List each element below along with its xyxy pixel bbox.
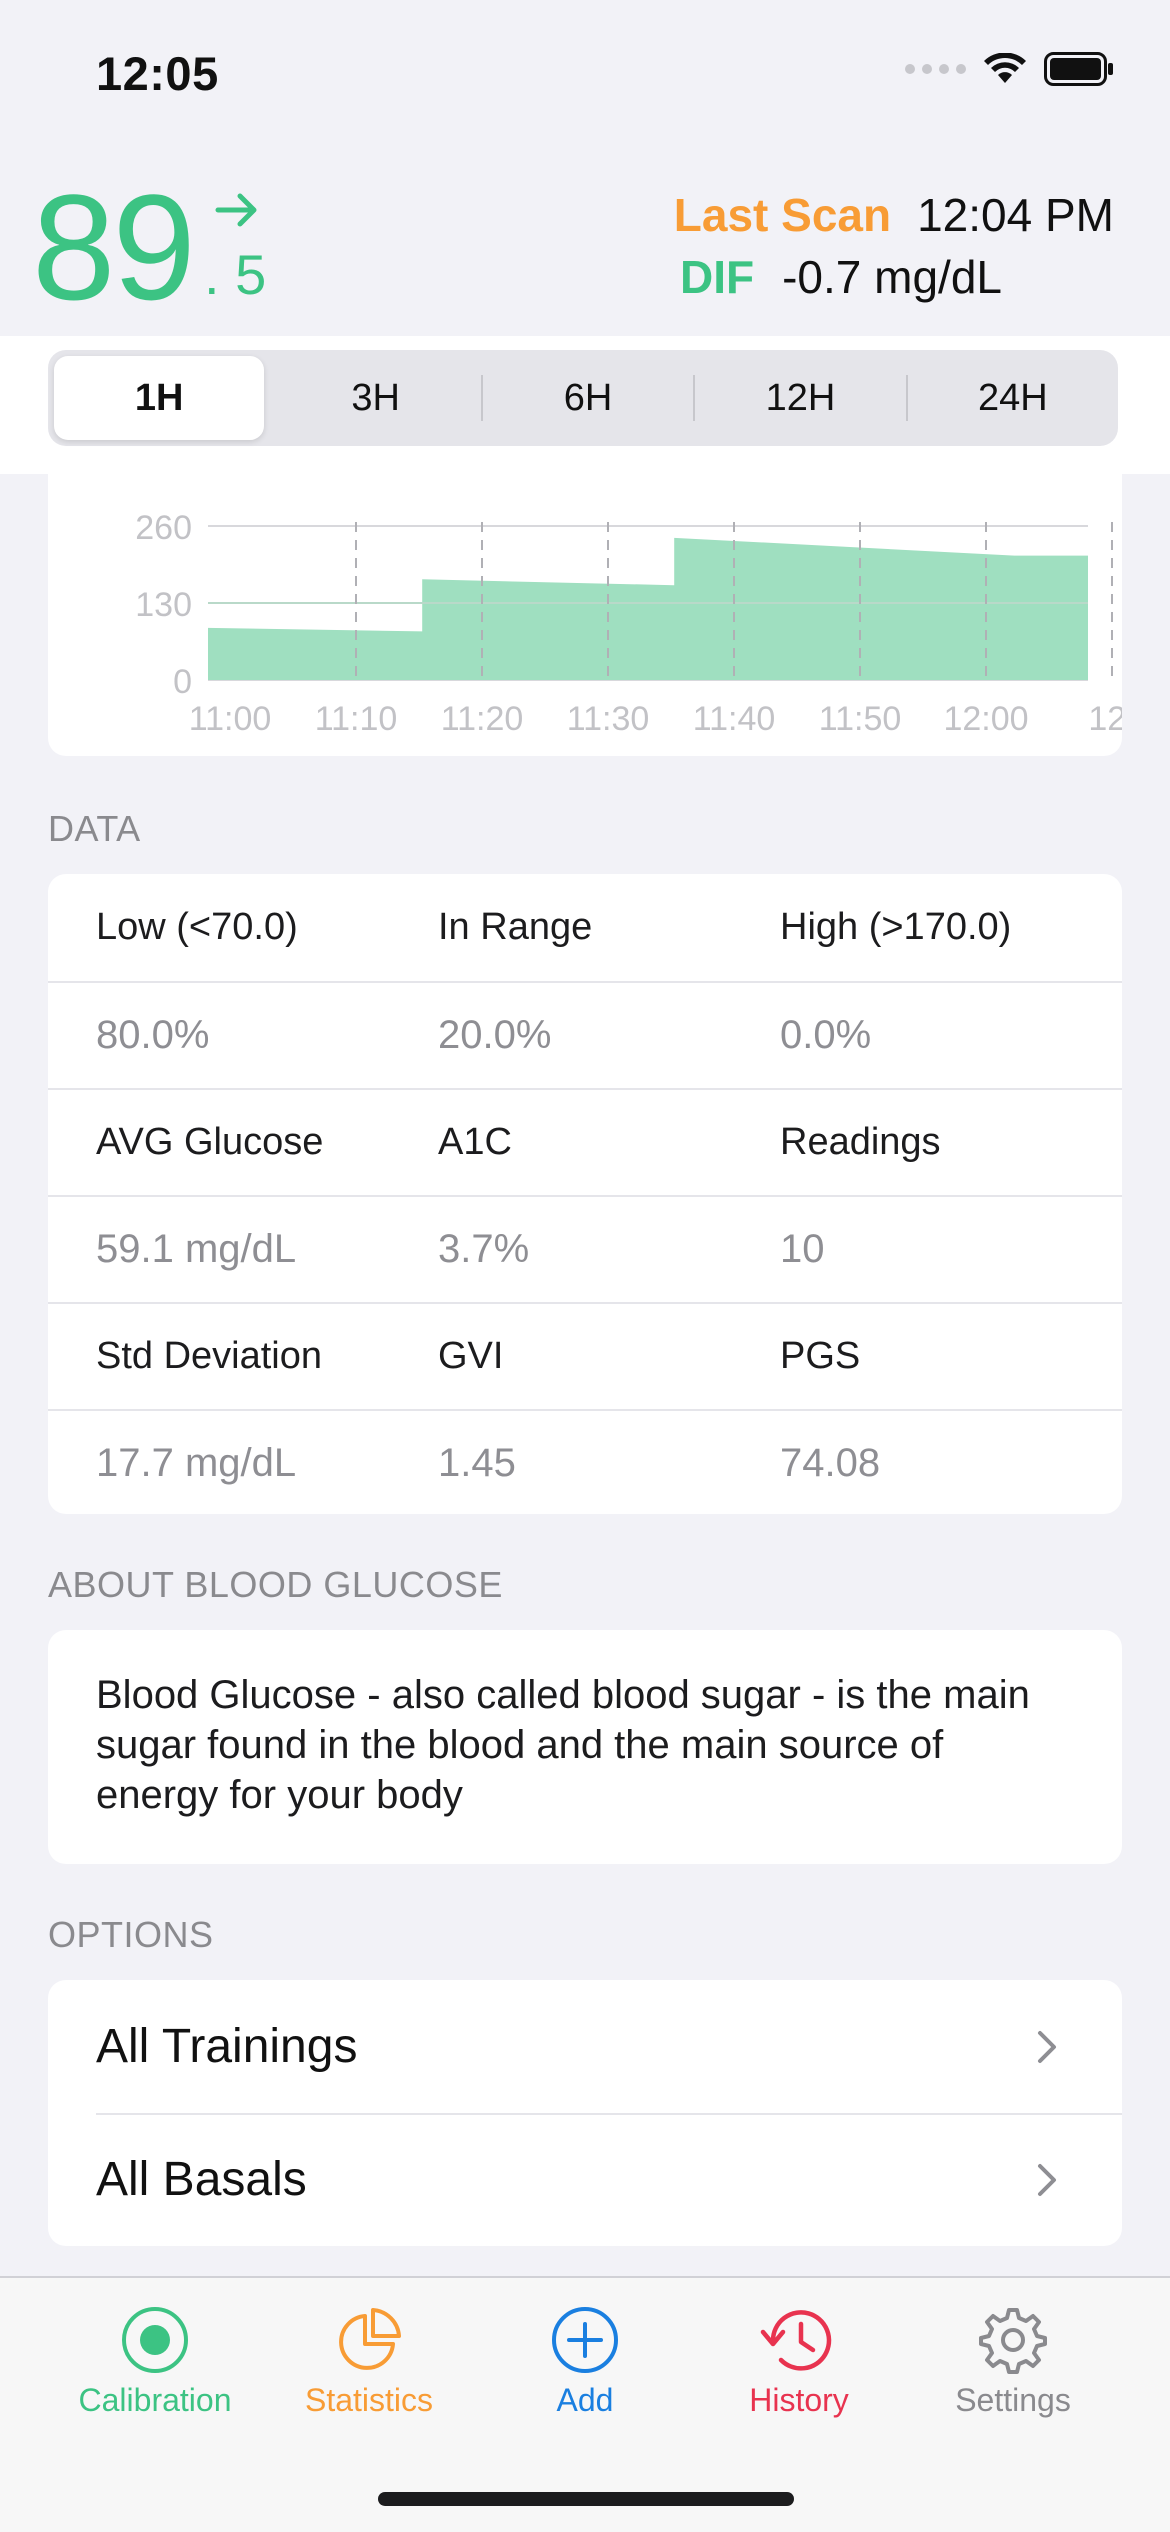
in-range-label: In Range	[438, 906, 593, 948]
pgs-value: 74.08	[780, 1441, 881, 1485]
x-tick-label: 11:40	[693, 700, 776, 738]
glucose-value: 89	[32, 163, 196, 331]
gear-icon	[979, 2308, 1047, 2374]
gvi-value: 1.45	[438, 1441, 516, 1485]
tab-settings[interactable]: Settings	[906, 2304, 1120, 2419]
y-tick-label: 0	[173, 663, 192, 701]
pie-chart-icon	[339, 2308, 401, 2370]
dif-label: DIF	[680, 251, 755, 303]
history-icon	[760, 2310, 832, 2371]
dif-value: -0.7 mg/dL	[782, 251, 1003, 303]
status-icons	[905, 52, 1114, 86]
x-tick-label: 11:10	[315, 700, 398, 738]
table-row: 17.7 mg/dL 1.45 74.08	[48, 1409, 1122, 1514]
glucose-decimal: . 5	[204, 243, 267, 306]
low-value: 80.0%	[96, 1013, 210, 1057]
option-label: All Basals	[96, 2153, 307, 2206]
last-scan: Last Scan 12:04 PM	[674, 188, 1114, 242]
pgs-label: PGS	[780, 1335, 861, 1377]
about-text: Blood Glucose - also called blood sugar …	[96, 1673, 1030, 1817]
high-value: 0.0%	[780, 1013, 872, 1057]
table-row: 80.0% 20.0% 0.0%	[48, 981, 1122, 1088]
segment-1h[interactable]: 1H	[54, 356, 265, 440]
tab-label: Add	[556, 2382, 614, 2418]
time-range-segmented-control: 1H 3H 6H 12H 24H	[48, 350, 1118, 446]
table-row: AVG Glucose A1C Readings	[48, 1088, 1122, 1195]
std-deviation-label: Std Deviation	[96, 1335, 323, 1377]
data-table: Low (<70.0) In Range High (>170.0) 80.0%…	[48, 874, 1122, 1514]
table-row: 59.1 mg/dL 3.7% 10	[48, 1195, 1122, 1302]
home-indicator	[378, 2492, 794, 2506]
tab-calibration[interactable]: Calibration	[48, 2304, 262, 2419]
high-label: High (>170.0)	[780, 906, 1012, 948]
section-options-label: OPTIONS	[48, 1914, 214, 1955]
std-deviation-value: 17.7 mg/dL	[96, 1441, 297, 1485]
calibration-icon	[122, 2307, 188, 2373]
status-time: 12:05	[96, 47, 219, 100]
tab-bar: Calibration Statistics Add History Setti…	[0, 2276, 1170, 2532]
tab-label: Calibration	[78, 2382, 232, 2418]
arrow-right-icon	[215, 193, 257, 227]
segment-6h[interactable]: 6H	[483, 356, 693, 440]
glucose-chart-card: 0 130 260 11:00 11:10 11:20 11:30 11:40 11:50 12:…	[48, 474, 1122, 756]
x-tick-label: 11:50	[819, 700, 902, 738]
table-row: Std Deviation GVI PGS	[48, 1302, 1122, 1409]
option-label: All Trainings	[96, 2020, 358, 2073]
options-list: All Trainings All Basals	[48, 1980, 1122, 2246]
a1c-value: 3.7%	[438, 1227, 530, 1271]
tab-statistics[interactable]: Statistics	[262, 2304, 476, 2419]
option-all-trainings[interactable]: All Trainings	[48, 1980, 1122, 2113]
a1c-label: A1C	[438, 1121, 512, 1163]
glucose-header: 89 . 5 Last Scan 12:04 PM DIF -0.7 mg/dL	[0, 150, 1170, 336]
segment-24h[interactable]: 24H	[908, 356, 1118, 440]
readings-label: Readings	[780, 1121, 941, 1163]
x-tick-label: 12:	[1088, 700, 1122, 738]
x-tick-label: 11:00	[189, 700, 272, 738]
segment-3h[interactable]: 3H	[270, 356, 480, 440]
tab-label: History	[749, 2382, 849, 2418]
glucose-chart: 0 130 260 11:00 11:10 11:20 11:30 11:40 11:50 12:…	[135, 509, 1122, 738]
about-card: Blood Glucose - also called blood sugar …	[48, 1630, 1122, 1864]
dif: DIF -0.7 mg/dL	[680, 250, 1002, 304]
segment-12h[interactable]: 12H	[695, 356, 905, 440]
x-tick-label: 12:00	[943, 700, 1028, 738]
section-data-label: DATA	[48, 808, 141, 849]
avg-glucose-label: AVG Glucose	[96, 1121, 324, 1163]
tab-label: Settings	[955, 2382, 1071, 2418]
option-all-basals[interactable]: All Basals	[48, 2113, 1122, 2246]
last-scan-label: Last Scan	[673, 189, 892, 241]
gvi-label: GVI	[438, 1335, 504, 1377]
cellular-signal-icon	[905, 64, 966, 74]
battery-icon	[1044, 52, 1113, 86]
screen: 12:05 89 . 5 Last Scan 12:04 PM DIF -0.7…	[0, 0, 1170, 2532]
status-bar: 12:05	[0, 0, 1170, 150]
time-range-container: 1H 3H 6H 12H 24H	[0, 336, 1170, 474]
plus-circle-icon	[552, 2307, 618, 2373]
y-tick-label: 130	[135, 586, 192, 624]
chevron-right-icon	[1038, 2163, 1056, 2196]
x-tick-label: 11:20	[441, 700, 524, 738]
y-tick-label: 260	[135, 509, 192, 547]
chevron-right-icon	[1038, 2030, 1056, 2063]
tab-add[interactable]: Add	[478, 2304, 692, 2419]
avg-glucose-value: 59.1 mg/dL	[96, 1227, 297, 1271]
low-label: Low (<70.0)	[96, 906, 298, 948]
readings-value: 10	[780, 1227, 825, 1271]
last-scan-time: 12:04 PM	[917, 189, 1114, 241]
table-row: Low (<70.0) In Range High (>170.0)	[48, 874, 1122, 981]
tab-label: Statistics	[304, 2382, 434, 2418]
x-tick-label: 11:30	[567, 700, 650, 738]
glucose-area	[208, 537, 1088, 680]
wifi-icon	[984, 53, 1026, 83]
tab-history[interactable]: History	[692, 2304, 906, 2419]
section-about-label: ABOUT BLOOD GLUCOSE	[48, 1564, 503, 1605]
in-range-value: 20.0%	[438, 1013, 552, 1057]
